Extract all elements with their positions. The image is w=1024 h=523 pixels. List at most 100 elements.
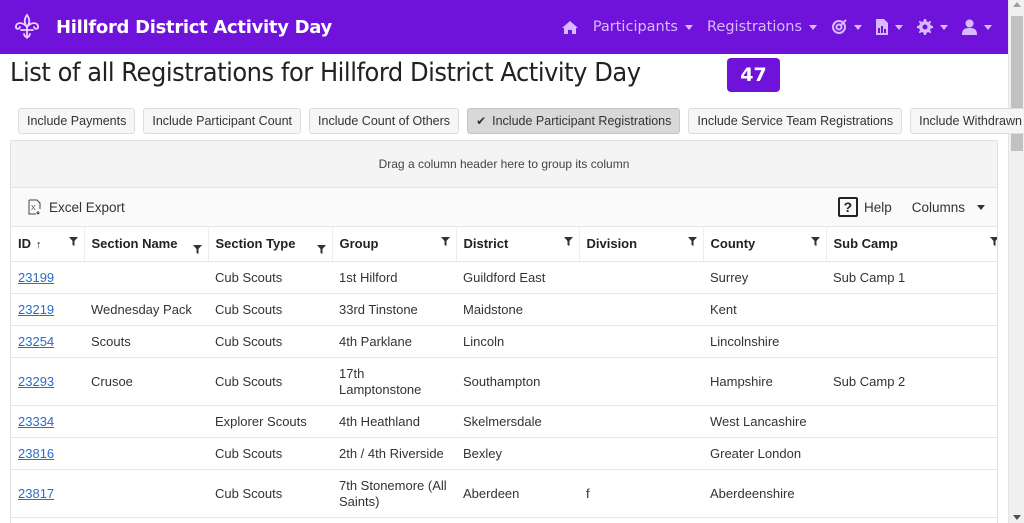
filter-icon[interactable] — [316, 245, 326, 254]
column-header-section-name[interactable]: Section Name — [84, 226, 209, 262]
column-header-section-type[interactable]: Section Type — [208, 226, 333, 262]
table-row[interactable]: 23817 Cub Scouts 7th Stonemore (All Saints… — [11, 469, 997, 518]
columns-menu-button[interactable]: Columns — [912, 200, 985, 215]
include-payments-toggle[interactable]: Include Payments — [18, 108, 136, 134]
cell-section-type: Cub Scouts — [208, 293, 332, 326]
cell-county: Hampshire — [703, 357, 826, 406]
toggle-label: Include Payments — [27, 114, 127, 128]
cell-section-name — [84, 405, 208, 438]
cell-district: Bexley — [456, 437, 579, 470]
cell-sub-camp: Sub Camp 2 — [826, 357, 997, 406]
cell-id: 23254 — [11, 325, 84, 358]
column-header-district[interactable]: District — [456, 226, 580, 262]
cell-sub-camp — [826, 405, 997, 438]
cell-district: Maidstone — [456, 293, 579, 326]
filter-icon[interactable] — [989, 237, 999, 246]
registration-id-link[interactable]: 23334 — [18, 414, 54, 429]
filter-toggle-bar: Include Payments Include Participant Cou… — [18, 108, 1024, 134]
scroll-up-arrow-icon[interactable] — [1013, 2, 1021, 7]
cell-sub-camp: Sub Camp 1 — [826, 261, 997, 294]
gear-icon — [917, 19, 933, 35]
registration-id-link[interactable]: 23254 — [18, 334, 54, 349]
help-button[interactable]: ? Help — [837, 197, 892, 217]
table-row[interactable]: 23254 Scouts Cub Scouts 4th Parklane Lincoln… — [11, 325, 997, 358]
caret-down-icon — [895, 24, 903, 30]
filter-icon[interactable] — [687, 237, 697, 246]
table-row[interactable]: 23199 Cub Scouts 1st Hilford Guildford East… — [11, 261, 997, 294]
registration-id-link[interactable]: 23293 — [18, 374, 54, 389]
excel-export-button[interactable]: X Excel Export — [27, 199, 125, 215]
app-title[interactable]: Hillford District Activity Day — [56, 17, 332, 38]
report-file-icon — [876, 19, 888, 35]
column-label: Division — [586, 236, 638, 251]
toggle-label: Include Withdrawn — [919, 114, 1022, 128]
filter-icon[interactable] — [440, 237, 450, 246]
nav-target-dropdown[interactable] — [831, 19, 862, 35]
cell-group: 17th Lamptonstone — [332, 357, 456, 406]
column-header-county[interactable]: County — [703, 226, 827, 262]
cell-section-name — [84, 437, 208, 470]
caret-down-icon — [685, 24, 693, 30]
column-label: District — [463, 236, 509, 251]
include-participant-registrations-toggle[interactable]: ✔ Include Participant Registrations — [467, 108, 681, 134]
column-label: Sub Camp — [833, 236, 898, 251]
cell-id: 23334 — [11, 405, 84, 438]
help-label: Help — [863, 199, 892, 215]
nav-reports-dropdown[interactable] — [876, 19, 903, 35]
fleur-de-lis-logo-icon — [10, 10, 44, 44]
column-label: County — [710, 236, 756, 251]
cell-group: 2th / 4th Riverside — [332, 437, 456, 470]
registration-id-link[interactable]: 23199 — [18, 270, 54, 285]
filter-icon[interactable] — [192, 245, 202, 254]
cell-id: 23199 — [11, 261, 84, 294]
caret-down-icon — [809, 24, 817, 30]
cell-section-type: Cub Scouts — [208, 357, 332, 406]
brand[interactable]: Hillford District Activity Day — [0, 0, 332, 54]
filter-icon[interactable] — [68, 237, 78, 246]
caret-down-icon — [854, 24, 862, 30]
page-scrollbar[interactable] — [1008, 0, 1024, 523]
include-withdrawn-toggle[interactable]: Include Withdrawn — [910, 108, 1024, 134]
registration-id-link[interactable]: 23219 — [18, 302, 54, 317]
cell-section-name: Wednesday Pack — [84, 293, 208, 326]
registration-id-link[interactable]: 23816 — [18, 446, 54, 461]
column-header-group[interactable]: Group — [332, 226, 457, 262]
column-header-id[interactable]: ID ↑ — [11, 226, 85, 262]
table-row[interactable]: 23293 Crusoe Cub Scouts 17th Lamptonstone So… — [11, 357, 997, 406]
group-drop-zone[interactable]: Drag a column header here to group its c… — [11, 141, 997, 188]
include-participant-count-toggle[interactable]: Include Participant Count — [143, 108, 302, 134]
filter-icon[interactable] — [810, 237, 820, 246]
cell-county: Surrey — [703, 261, 826, 294]
table-row[interactable]: 23219 Wednesday Pack Cub Scouts 33rd Tinsto… — [11, 293, 997, 326]
cell-id: 23816 — [11, 437, 84, 470]
cell-sub-camp — [826, 469, 997, 518]
nav-registrations-label: Registrations — [707, 19, 802, 35]
nav-settings-dropdown[interactable] — [917, 19, 948, 35]
include-service-team-registrations-toggle[interactable]: Include Service Team Registrations — [688, 108, 903, 134]
cell-sub-camp — [826, 325, 997, 358]
cell-section-type: Cub Scouts — [208, 437, 332, 470]
cell-section-name: Crusoe — [84, 357, 208, 406]
cell-county: West Lancashire — [703, 405, 826, 438]
scroll-down-arrow-icon[interactable] — [1013, 515, 1021, 520]
table-row[interactable]: 23334 Explorer Scouts 4th Heathland Skelmer… — [11, 405, 997, 438]
toggle-label: Include Participant Registrations — [492, 114, 672, 128]
include-count-of-others-toggle[interactable]: Include Count of Others — [309, 108, 460, 134]
column-label: Group — [339, 236, 379, 251]
table-body: 23199 Cub Scouts 1st Hilford Guildford East… — [11, 261, 997, 518]
table-row[interactable]: 23816 Cub Scouts 2th / 4th Riverside Bexley… — [11, 437, 997, 470]
column-header-sub-camp[interactable]: Sub Camp — [826, 226, 999, 262]
filter-icon[interactable] — [563, 237, 573, 246]
cell-sub-camp — [826, 293, 997, 326]
registration-id-link[interactable]: 23817 — [18, 486, 54, 501]
home-link[interactable] — [561, 20, 579, 35]
cell-division — [579, 357, 703, 406]
column-header-division[interactable]: Division — [579, 226, 704, 262]
nav-participants-dropdown[interactable]: Participants — [593, 19, 693, 35]
nav-registrations-dropdown[interactable]: Registrations — [707, 19, 817, 35]
header-row: ID ↑ Section Name Section Type Group Dist… — [11, 226, 999, 262]
group-hint: Drag a column header here to group its c… — [378, 157, 630, 171]
cell-division — [579, 293, 703, 326]
nav-user-dropdown[interactable] — [962, 19, 992, 35]
nav-participants-label: Participants — [592, 19, 678, 35]
